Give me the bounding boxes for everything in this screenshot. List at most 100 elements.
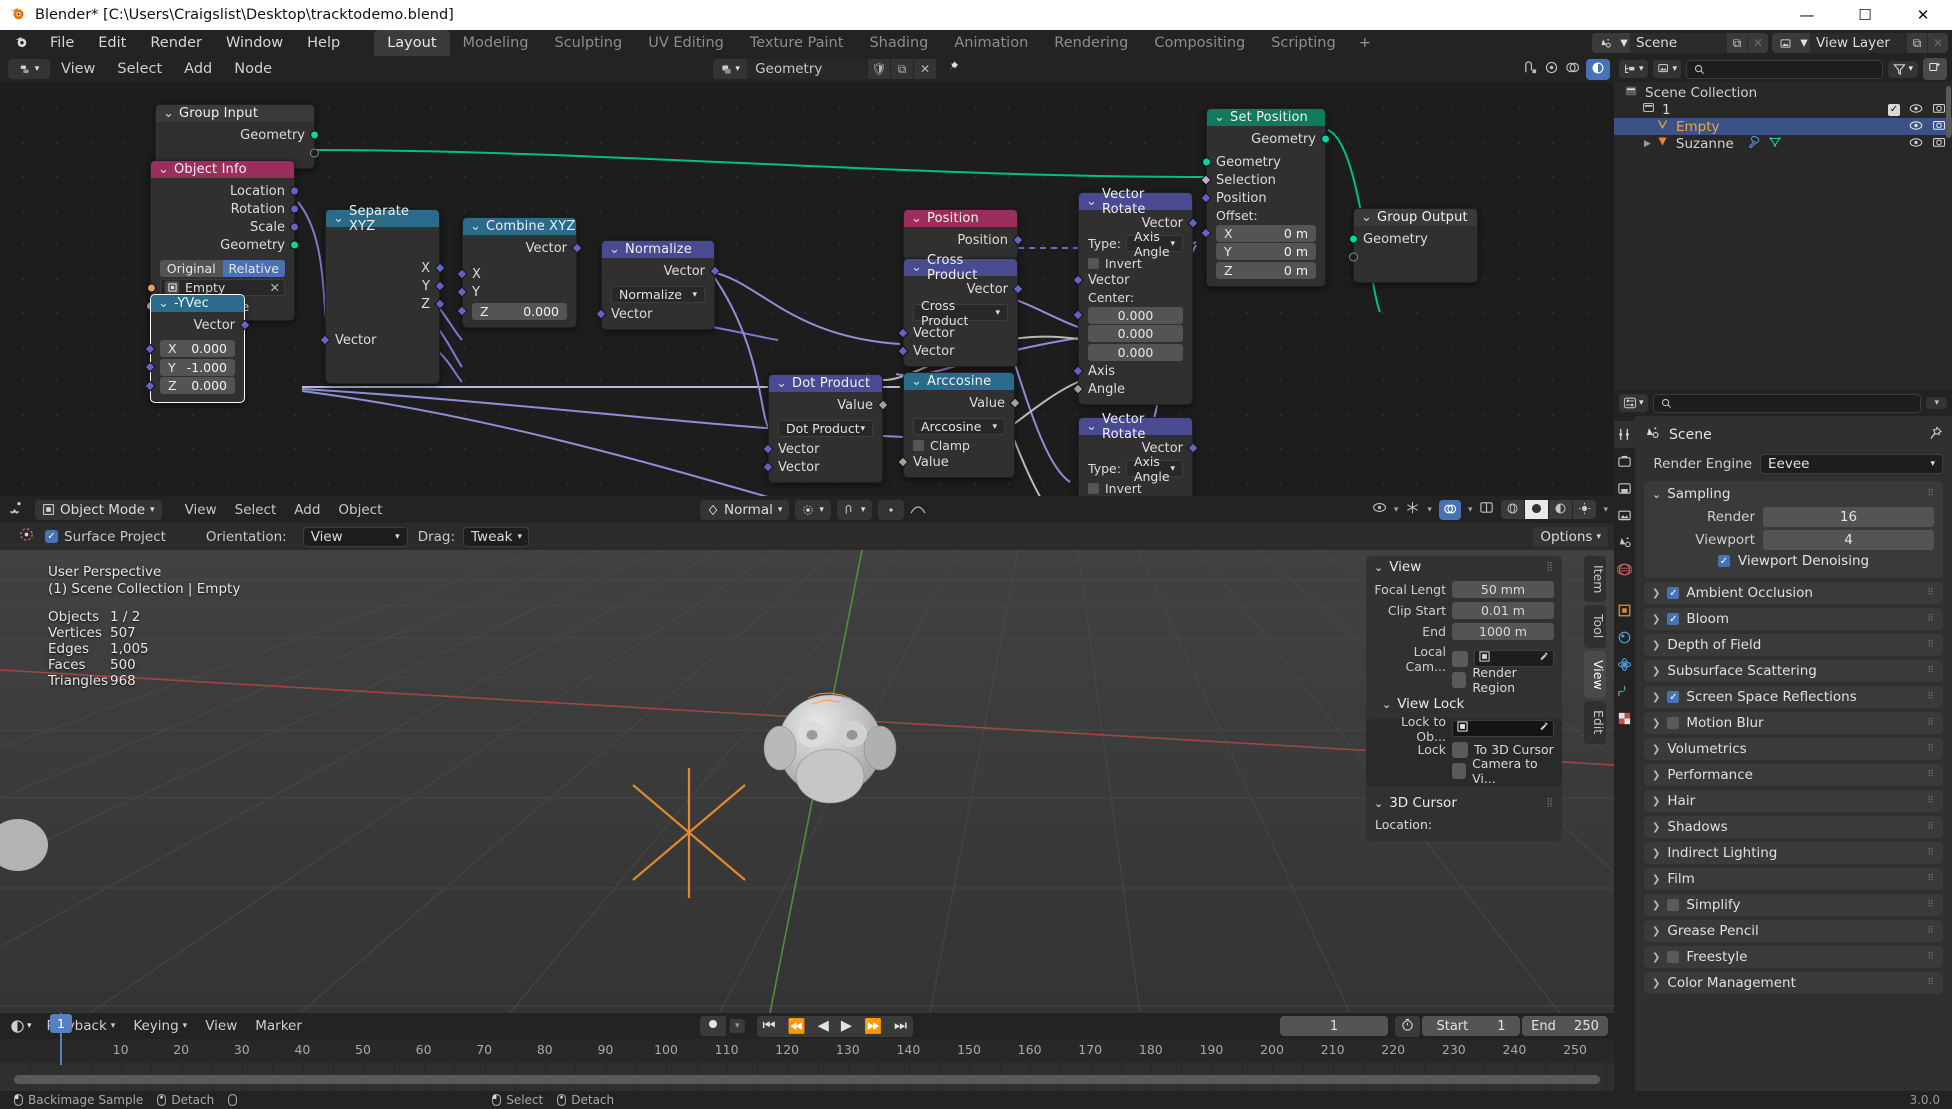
- node-header[interactable]: ⌄ Arccosine: [904, 373, 1014, 390]
- node-input-row[interactable]: Vector: [762, 458, 882, 476]
- eye-icon[interactable]: [1909, 102, 1923, 118]
- center-y-value[interactable]: 0.000: [1118, 326, 1154, 341]
- field-z[interactable]: Z 0.000: [144, 377, 235, 394]
- node-input-row[interactable]: Geometry: [1202, 153, 1325, 171]
- node-output-row[interactable]: Vector: [904, 280, 1024, 298]
- use-preview-range-icon[interactable]: [1395, 1015, 1420, 1037]
- play-reverse-button[interactable]: ◀: [812, 1016, 835, 1037]
- remove-scene-button[interactable]: ✕: [1748, 33, 1768, 53]
- chevron-right-icon[interactable]: ❯: [1652, 770, 1660, 781]
- socket-virtual[interactable]: [1349, 252, 1358, 262]
- offset-y-value[interactable]: 0 m: [1284, 244, 1308, 259]
- chevron-down-icon[interactable]: ⌄: [1214, 110, 1225, 125]
- panel-grip-icon[interactable]: ⠿: [1927, 614, 1935, 624]
- playhead-frame-label[interactable]: 1: [50, 1014, 72, 1033]
- chevron-down-icon[interactable]: ⌄: [1086, 194, 1097, 209]
- next-keyframe-button[interactable]: ⏩: [858, 1016, 888, 1037]
- sidebar-tab-tool[interactable]: Tool: [1584, 605, 1606, 648]
- section-screen-space-reflections[interactable]: ❯ ✓ Screen Space Reflections ⠿: [1644, 686, 1943, 708]
- node-header[interactable]: ⌄ Dot Product: [769, 375, 882, 392]
- node-header[interactable]: ⌄ -YVec: [151, 295, 244, 312]
- node-group-output[interactable]: ⌄ Group Output Geometry: [1349, 208, 1478, 283]
- field-value[interactable]: 0.000: [191, 341, 227, 356]
- filter-button[interactable]: ▾: [1888, 60, 1918, 78]
- node-output-row[interactable]: Vector: [1079, 214, 1199, 232]
- operation-dropdown[interactable]: Arccosine ▾: [913, 418, 1005, 435]
- tab-shading[interactable]: Shading: [856, 30, 941, 56]
- tab-world[interactable]: [1614, 556, 1635, 583]
- viewlayer-name[interactable]: View Layer: [1810, 33, 1906, 53]
- viewport-menu-view[interactable]: View: [176, 502, 226, 518]
- viewlayer-selector[interactable]: ▾ View Layer ⧉ ✕: [1772, 33, 1948, 53]
- visibility-icon[interactable]: [1372, 501, 1387, 518]
- chevron-right-icon[interactable]: ❯: [1652, 848, 1660, 859]
- maximize-button[interactable]: ☐: [1836, 0, 1894, 30]
- section-shadows[interactable]: ❯ Shadows ⠿: [1644, 816, 1943, 838]
- panel-grip-icon[interactable]: ⠿: [1927, 874, 1935, 884]
- render-engine-row[interactable]: Render Engine Eevee ▾: [1644, 454, 1943, 474]
- node-separate-xyz[interactable]: ⌄ Separate XYZ X Y Z Vector: [319, 204, 446, 384]
- node-output-row[interactable]: Rotation: [151, 200, 299, 218]
- node-header[interactable]: ⌄ Group Output: [1354, 209, 1477, 226]
- shading-mode-buttons[interactable]: [1501, 500, 1597, 519]
- node-output-row[interactable]: Position: [904, 231, 1024, 249]
- tab-scripting[interactable]: Scripting: [1258, 30, 1348, 56]
- play-button[interactable]: ▶: [835, 1016, 858, 1037]
- center-z-value[interactable]: 0.000: [1118, 345, 1154, 360]
- node-input-row[interactable]: Position: [1200, 189, 1325, 207]
- tab-material[interactable]: [1614, 705, 1635, 732]
- tab-animation[interactable]: Animation: [941, 30, 1041, 56]
- clip-end-row[interactable]: End 1000 m: [1374, 622, 1554, 641]
- chevron-down-icon[interactable]: ⌄: [911, 260, 922, 275]
- field-y[interactable]: Y -1.000: [144, 358, 235, 376]
- mode-selector[interactable]: Object Mode ▾: [35, 499, 162, 520]
- tab-physics[interactable]: [1614, 651, 1635, 678]
- orientation-dropdown[interactable]: View ▾: [302, 526, 408, 547]
- scene-name[interactable]: Scene: [1630, 33, 1726, 53]
- section-indirect-lighting[interactable]: ❯ Indirect Lighting ⠿: [1644, 842, 1943, 864]
- current-frame-field[interactable]: 1: [1280, 1016, 1388, 1036]
- section-volumetrics[interactable]: ❯ Volumetrics ⠿: [1644, 738, 1943, 760]
- node-arccosine[interactable]: ⌄ Arccosine Value Arccosine ▾ Clamp Valu…: [897, 372, 1021, 478]
- section-color-management[interactable]: ❯ Color Management ⠿: [1644, 972, 1943, 994]
- node-output-row[interactable]: Scale: [151, 218, 299, 236]
- toggle-original[interactable]: Original: [160, 260, 223, 277]
- exclude-checkbox[interactable]: ✓: [1888, 103, 1900, 116]
- tab-uv-editing[interactable]: UV Editing: [635, 30, 737, 56]
- node-header[interactable]: ⌄ Vector Rotate: [1079, 187, 1192, 217]
- menu-render[interactable]: Render: [138, 31, 214, 55]
- panel-grip-icon[interactable]: ⠿: [1927, 796, 1935, 806]
- new-collection-button[interactable]: [1923, 58, 1947, 80]
- chevron-right-icon[interactable]: ❯: [1652, 666, 1660, 677]
- checkbox-invert[interactable]: [1088, 482, 1099, 494]
- node-yvec[interactable]: ⌄ -YVec Vector X 0.000 Y -1.000 Z 0.000: [144, 294, 251, 403]
- expand-arrow-icon[interactable]: ▶: [1644, 139, 1651, 149]
- section-grease-pencil[interactable]: ❯ Grease Pencil ⠿: [1644, 920, 1943, 942]
- section-motion-blur[interactable]: ❯ Motion Blur ⠿: [1644, 712, 1943, 734]
- checkbox-bloom[interactable]: ✓: [1667, 613, 1680, 625]
- node-header[interactable]: ⌄ Cross Product: [904, 253, 1017, 283]
- editor-type-properties-icon[interactable]: ▾: [1619, 394, 1648, 412]
- node-input-row[interactable]: X: [456, 265, 576, 283]
- chevron-right-icon[interactable]: ❯: [1652, 900, 1660, 911]
- section-ambient-occlusion[interactable]: ❯ ✓ Ambient Occlusion ⠿: [1644, 582, 1943, 604]
- prev-keyframe-button[interactable]: ⏪: [782, 1016, 812, 1037]
- node-input-row[interactable]: Angle: [1072, 380, 1192, 398]
- checkbox-freestyle[interactable]: [1667, 951, 1680, 963]
- node-output-row[interactable]: Y: [326, 277, 446, 295]
- end-frame-field[interactable]: End 250: [1522, 1016, 1608, 1036]
- node-input-row[interactable]: Vector: [319, 331, 439, 349]
- drag-dropdown[interactable]: Tweak ▾: [463, 526, 530, 547]
- node-header[interactable]: ⌄ Separate XYZ: [326, 204, 439, 234]
- panel-grip-icon[interactable]: ⠿: [1927, 489, 1935, 499]
- offset-x[interactable]: X 0 m: [1200, 224, 1316, 242]
- panel-grip-icon[interactable]: ⠿: [1927, 770, 1935, 780]
- node-output-row[interactable]: Value: [769, 396, 889, 414]
- lock-to-object-row[interactable]: Lock to Ob...: [1374, 714, 1554, 744]
- pin-icon[interactable]: [946, 60, 960, 78]
- socket-scale[interactable]: [290, 222, 299, 232]
- outliner-row-scene-collection[interactable]: Scene Collection: [1614, 84, 1952, 101]
- proportional-edit-toggle[interactable]: [878, 499, 905, 520]
- socket-object[interactable]: [147, 283, 156, 292]
- proportional-falloff-icon[interactable]: [910, 501, 927, 519]
